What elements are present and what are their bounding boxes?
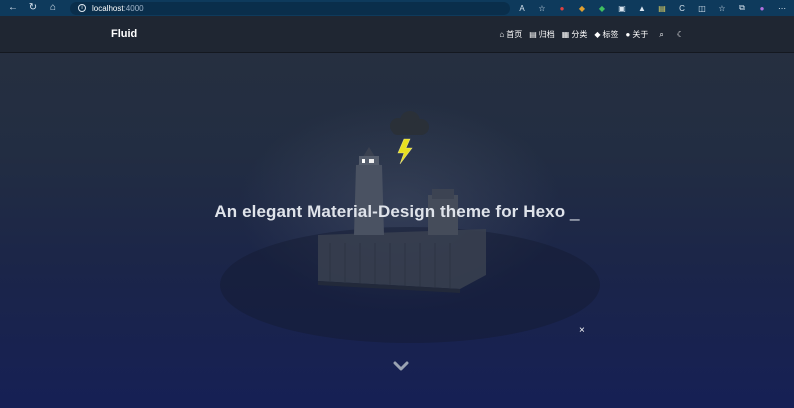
extension-c-icon[interactable]: C (677, 3, 687, 13)
headline-text: An elegant Material-Design theme for Hex… (214, 202, 566, 221)
user-icon: ● (625, 30, 631, 39)
moon-icon: ☾ (676, 30, 684, 39)
collections-icon[interactable]: ⧉ (737, 3, 747, 13)
menu-item-archive[interactable]: ▤ 归档 (529, 29, 555, 40)
menu-item-category[interactable]: ▦ 分类 (562, 29, 588, 40)
more-icon[interactable]: ⋯ (777, 3, 787, 13)
category-icon: ▦ (561, 30, 570, 39)
read-aloud-icon[interactable]: A (517, 3, 527, 13)
favorites-icon[interactable]: ☆ (717, 3, 727, 13)
info-icon[interactable]: i (78, 4, 86, 12)
hero-headline: An elegant Material-Design theme for Hex… (0, 202, 794, 222)
search-button[interactable]: ⌕ (655, 30, 665, 40)
site-menu: ⌂ 首页 ▤ 归档 ▦ 分类 ◆ 标签 ● 关于 ⌕ ☾ (492, 29, 686, 40)
lighthouse-scene (220, 111, 600, 343)
extension-red-icon[interactable]: ● (557, 3, 567, 13)
menu-item-home[interactable]: ⌂ 首页 (499, 29, 522, 40)
chevron-down-icon[interactable] (393, 360, 409, 372)
menu-label: 首页 (506, 30, 523, 39)
typing-cursor: _ (570, 202, 580, 221)
extension-monitor-icon[interactable]: ▣ (617, 3, 627, 13)
search-icon: ⌕ (659, 29, 664, 39)
extension-stack-icon[interactable]: ◆ (577, 3, 587, 13)
menu-label: 归档 (538, 30, 555, 39)
profile-icon[interactable]: ● (757, 3, 767, 13)
menu-label: 分类 (571, 30, 588, 39)
menu-item-about[interactable]: ● 关于 (626, 29, 649, 40)
menu-label: 关于 (632, 30, 649, 39)
extension-shield-icon[interactable]: ◆ (597, 3, 607, 13)
site-navbar: Fluid ⌂ 首页 ▤ 归档 ▦ 分类 ◆ 标签 ● 关于 ⌕ ☾ (0, 16, 794, 53)
extension-tray: A ☆ ● ◆ ◆ ▣ ▲ ▤ C ◫ ☆ ⧉ ● ⋯ (512, 3, 792, 13)
extension-triangle-icon[interactable]: ▲ (637, 3, 647, 13)
url-host: localhost (92, 3, 124, 13)
home-icon[interactable]: ⌂ (46, 1, 60, 15)
extension-save-icon[interactable]: ▤ (657, 3, 667, 13)
menu-label: 标签 (602, 30, 619, 39)
favorite-add-icon[interactable]: ☆ (537, 3, 547, 13)
site-brand[interactable]: Fluid (111, 28, 137, 40)
close-button[interactable]: × (579, 325, 585, 336)
refresh-icon[interactable]: ↻ (26, 1, 40, 15)
url-port: :4000 (123, 3, 144, 13)
theme-toggle-button[interactable]: ☾ (673, 30, 686, 39)
archive-icon: ▤ (529, 30, 537, 39)
address-bar[interactable]: i localhost :4000 (70, 1, 510, 15)
menu-item-tag[interactable]: ◆ 标签 (594, 29, 618, 40)
home-icon: ⌂ (499, 30, 505, 39)
hero-banner: Fluid ⌂ 首页 ▤ 归档 ▦ 分类 ◆ 标签 ● 关于 ⌕ ☾ An el… (0, 16, 794, 408)
back-icon[interactable]: ← (6, 1, 20, 15)
browser-toolbar: ← ↻ ⌂ i localhost :4000 A ☆ ● ◆ ◆ ▣ ▲ ▤ … (0, 0, 794, 16)
split-screen-icon[interactable]: ◫ (697, 3, 707, 13)
tag-icon: ◆ (594, 30, 601, 39)
